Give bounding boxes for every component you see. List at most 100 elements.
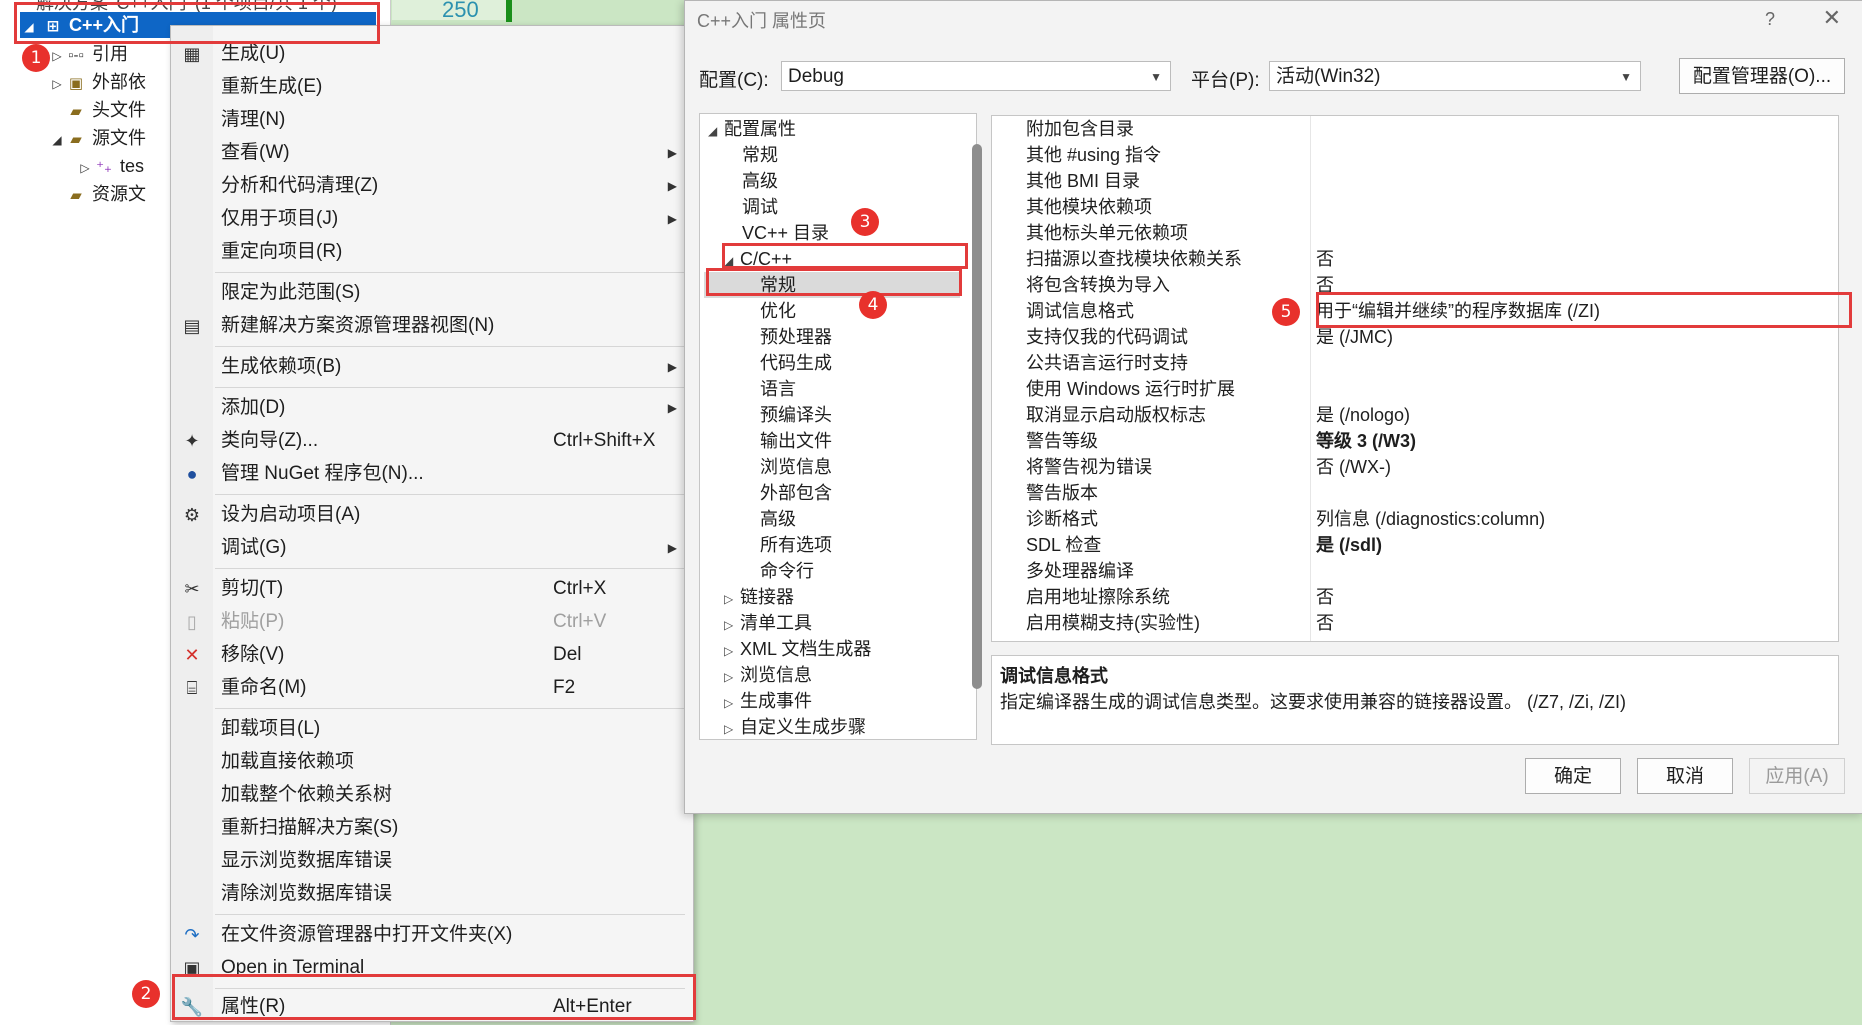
nav-advanced[interactable]: 高级 [742, 168, 778, 194]
menu-open-in-explorer[interactable]: ↷ 在文件资源管理器中打开文件夹(X) [171, 920, 691, 950]
platform-select[interactable]: 活动(Win32) ▼ [1269, 61, 1641, 91]
submenu-arrow-icon: ▶ [667, 146, 677, 160]
apply-button: 应用(A) [1749, 758, 1845, 794]
property-row[interactable]: 其他 #using 指令 [992, 142, 1838, 168]
menu-show-db-errors[interactable]: 显示浏览数据库错误 [171, 846, 691, 876]
menu-nuget[interactable]: ● 管理 NuGet 程序包(N)... [171, 459, 691, 489]
menu-load-direct-deps[interactable]: 加载直接依赖项 [171, 747, 691, 777]
nav-xml-doc-gen[interactable]: ▷ XML 文档生成器 [724, 636, 871, 662]
expand-arrow-icon[interactable]: ▷ [76, 155, 94, 181]
property-row[interactable]: 其他模块依赖项 [992, 194, 1838, 220]
nav-cpp-item[interactable]: 外部包含 [760, 480, 832, 506]
property-row[interactable]: 多处理器编译 [992, 558, 1838, 584]
config-manager-button[interactable]: 配置管理器(O)... [1679, 58, 1845, 94]
menu-cut[interactable]: ✂ 剪切(T) Ctrl+X [171, 574, 691, 604]
config-select[interactable]: Debug ▼ [781, 61, 1171, 91]
property-row[interactable]: 警告版本 [992, 480, 1838, 506]
tree-item-test-file[interactable]: ▷ ⁺₊ tes [76, 153, 144, 179]
nav-config-properties[interactable]: ◢ 配置属性 [708, 116, 796, 142]
menu-unload-project[interactable]: 卸载项目(L) [171, 714, 691, 744]
help-button[interactable]: ? [1765, 9, 1775, 30]
menu-scope-to-this[interactable]: 限定为此范围(S) [171, 278, 691, 308]
nav-cpp-item[interactable]: 输出文件 [760, 428, 832, 454]
remove-icon: ✕ [184, 645, 200, 665]
expand-arrow-icon[interactable]: ▷ [48, 71, 66, 97]
menu-rescan-solution[interactable]: 重新扫描解决方案(S) [171, 813, 691, 843]
nav-general[interactable]: 常规 [742, 142, 778, 168]
nav-cpp-item[interactable]: 优化 [760, 298, 796, 324]
nav-cpp-item[interactable]: 代码生成 [760, 350, 832, 376]
menu-project-only[interactable]: 仅用于项目(J) ▶ [171, 204, 691, 234]
menu-build-dependencies[interactable]: 生成依赖项(B) ▶ [171, 352, 691, 382]
highlight-box-cpp [722, 243, 968, 269]
collapse-arrow-icon[interactable]: ◢ [48, 127, 66, 153]
folder-filter-icon: ▰ [70, 187, 82, 204]
menu-rebuild[interactable]: 重新生成(E) [171, 72, 691, 102]
tree-item-references[interactable]: ▷ ▫-▫ 引用 [48, 41, 128, 67]
nav-linker[interactable]: ▷ 链接器 [724, 584, 794, 610]
context-menu: ▦ 生成(U) 重新生成(E) 清理(N) 查看(W) ▶ 分析和代码清理(Z) ▶ … [170, 25, 694, 1022]
property-row[interactable]: 启用地址擦除系统否 [992, 584, 1838, 610]
property-row[interactable]: 其他标头单元依赖项 [992, 220, 1838, 246]
menu-clean[interactable]: 清理(N) [171, 105, 691, 135]
menu-analyze[interactable]: 分析和代码清理(Z) ▶ [171, 171, 691, 201]
menu-new-explorer-view[interactable]: ▤ 新建解决方案资源管理器视图(N) [171, 311, 691, 341]
property-row[interactable]: 取消显示启动版权标志是 (/nologo) [992, 402, 1838, 428]
paste-icon: ▯ [187, 612, 197, 632]
nav-manifest-tool[interactable]: ▷ 清单工具 [724, 610, 812, 636]
submenu-arrow-icon: ▶ [667, 212, 677, 226]
annotation-badge: 5 [1272, 298, 1300, 326]
class-wizard-icon: ✦ [184, 431, 200, 451]
platform-label: 平台(P): [1191, 70, 1260, 91]
nav-cpp-item[interactable]: 命令行 [760, 558, 814, 584]
tree-item-external-deps[interactable]: ▷ ▣ 外部依 [48, 69, 146, 95]
cancel-button[interactable]: 取消 [1637, 758, 1733, 794]
nav-browse-info[interactable]: ▷ 浏览信息 [724, 662, 812, 688]
tree-item-header-files[interactable]: ▰ 头文件 [66, 97, 146, 123]
property-row[interactable]: 公共语言运行时支持 [992, 350, 1838, 376]
property-row[interactable]: SDL 检查是 (/sdl) [992, 532, 1838, 558]
menu-class-wizard[interactable]: ✦ 类向导(Z)... Ctrl+Shift+X [171, 426, 691, 456]
ok-button[interactable]: 确定 [1525, 758, 1621, 794]
annotation-badge: 2 [132, 980, 160, 1008]
nav-cpp-item[interactable]: 高级 [760, 506, 796, 532]
property-row[interactable]: 附加包含目录 [992, 116, 1838, 142]
property-row[interactable]: 诊断格式 列信息 (/diagnostics:column) [992, 506, 1838, 532]
menu-clear-db-errors[interactable]: 清除浏览数据库错误 [171, 879, 691, 909]
menu-add[interactable]: 添加(D) ▶ [171, 393, 691, 423]
property-row[interactable]: 使用 Windows 运行时扩展 [992, 376, 1838, 402]
folder-filter-icon: ▰ [70, 103, 82, 120]
nav-custom-build[interactable]: ▷ 自定义生成步骤 [724, 714, 866, 740]
nav-debugging[interactable]: 调试 [742, 194, 778, 220]
nav-cpp-item[interactable]: 语言 [760, 376, 796, 402]
collapse-arrow-icon: ◢ [708, 124, 718, 138]
nav-cpp-item[interactable]: 预编译头 [760, 402, 832, 428]
nav-scrollbar[interactable] [972, 144, 982, 689]
close-button[interactable]: ✕ [1823, 5, 1841, 31]
submenu-arrow-icon: ▶ [667, 179, 677, 193]
nav-cpp-item[interactable]: 浏览信息 [760, 454, 832, 480]
scissors-icon: ✂ [184, 579, 200, 599]
nav-build-events[interactable]: ▷ 生成事件 [724, 688, 812, 714]
menu-retarget[interactable]: 重定向项目(R) [171, 237, 691, 267]
nav-cpp-item[interactable]: 所有选项 [760, 532, 832, 558]
property-row[interactable]: 启用模糊支持(实验性) 否 [992, 610, 1838, 636]
property-row[interactable]: 扫描源以查找模块依赖关系否 [992, 246, 1838, 272]
property-nav-tree: ◢ 配置属性 常规 高级 调试 VC++ 目录 ◢ C/C++ 常规 优化 预处理器… [699, 113, 982, 740]
menu-rename[interactable]: ⌸ 重命名(M) F2 [171, 673, 691, 703]
menu-set-startup[interactable]: ⚙ 设为启动项目(A) [171, 500, 691, 530]
menu-remove[interactable]: ✕ 移除(V) Del [171, 640, 691, 670]
menu-debug[interactable]: 调试(G) ▶ [171, 533, 691, 563]
tree-item-resource-files[interactable]: ▰ 资源文 [66, 181, 146, 207]
tree-item-source-files[interactable]: ◢ ▰ 源文件 [48, 125, 146, 151]
nav-cpp-item[interactable]: 预处理器 [760, 324, 832, 350]
menu-load-dep-tree[interactable]: 加载整个依赖关系树 [171, 780, 691, 810]
expand-arrow-icon: ▷ [724, 592, 734, 606]
property-row[interactable]: 其他 BMI 目录 [992, 168, 1838, 194]
menu-view[interactable]: 查看(W) ▶ [171, 138, 691, 168]
property-row[interactable]: 警告等级 等级 3 (/W3) [992, 428, 1838, 454]
property-row[interactable]: 将警告视为错误否 (/WX-) [992, 454, 1838, 480]
annotation-badge: 4 [859, 291, 887, 319]
expand-arrow-icon[interactable]: ▷ [48, 43, 66, 69]
open-folder-icon: ↷ [184, 925, 200, 945]
